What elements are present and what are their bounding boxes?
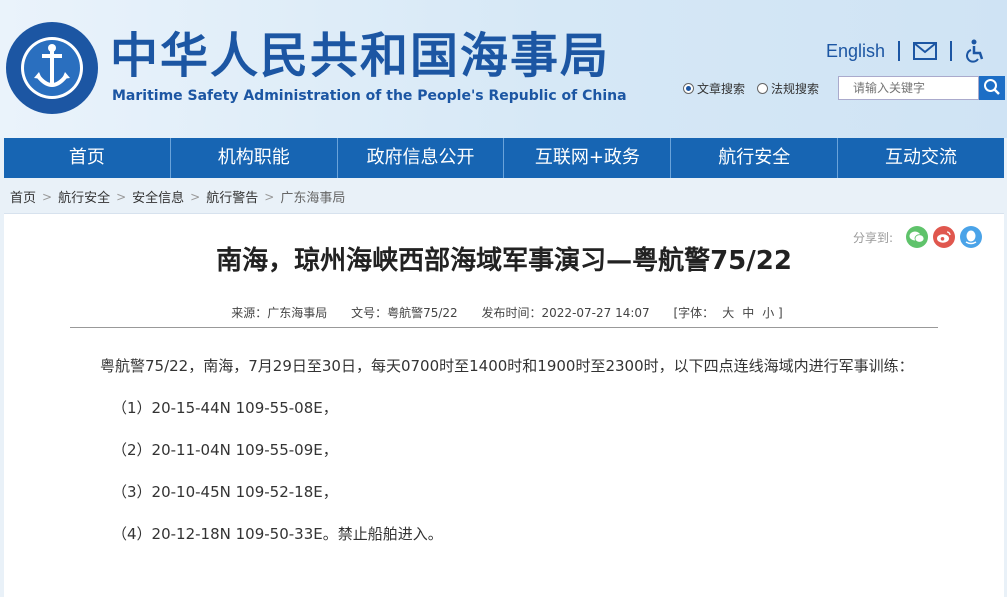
- radio-law-search[interactable]: 法规搜索: [757, 80, 819, 97]
- main-nav: 首页 机构职能 政府信息公开 互联网+政务 航行安全 互动交流: [4, 138, 1004, 178]
- coordinate-line: （2）20-11-04N 109-55-09E，: [112, 441, 338, 459]
- nav-item-interaction[interactable]: 互动交流: [838, 138, 1004, 178]
- chevron-right-icon: >: [264, 189, 275, 204]
- coordinate-line: （4）20-12-18N 109-50-33E。禁止船舶进入。: [112, 525, 443, 543]
- search-type-options: 文章搜索 法规搜索: [683, 80, 831, 97]
- meta-divider: [70, 327, 938, 328]
- article-panel: 分享到: 南海，琼州海峡西部海域军事演习—粤航警75/22 来源：广东海事局 文…: [4, 213, 1004, 597]
- radio-label: 法规搜索: [771, 82, 820, 96]
- breadcrumb: 首页 > 航行安全 > 安全信息 > 航行警告 > 广东海事局: [10, 187, 346, 207]
- chevron-right-icon: >: [116, 189, 127, 204]
- font-size-small[interactable]: 小 ]: [762, 306, 783, 320]
- accessibility-icon[interactable]: [965, 39, 985, 63]
- article-source: 来源：广东海事局: [231, 306, 328, 320]
- nav-item-navigation-safety[interactable]: 航行安全: [671, 138, 839, 178]
- article-meta: 来源：广东海事局 文号：粤航警75/22 发布时间：2022-07-27 14:…: [4, 304, 1004, 321]
- site-header: 中华人民共和国海事局 Maritime Safety Administratio…: [0, 0, 1007, 138]
- nav-item-home[interactable]: 首页: [4, 138, 171, 178]
- breadcrumb-home[interactable]: 首页: [10, 187, 36, 206]
- radio-button[interactable]: [757, 83, 769, 94]
- search-button[interactable]: [979, 76, 1005, 100]
- nav-item-functions[interactable]: 机构职能: [171, 138, 338, 178]
- font-size-label: [字体：: [673, 306, 715, 320]
- coordinate-line: （3）20-10-45N 109-52-18E，: [112, 483, 338, 501]
- china-msa-logo[interactable]: [4, 20, 100, 116]
- radio-article-search[interactable]: 文章搜索: [683, 80, 745, 97]
- radio-label: 文章搜索: [697, 82, 746, 96]
- coordinate-line: （1）20-15-44N 109-55-08E，: [112, 399, 338, 417]
- english-link[interactable]: English: [826, 41, 885, 62]
- nav-item-gov-info[interactable]: 政府信息公开: [338, 138, 505, 178]
- chevron-right-icon: >: [42, 189, 53, 204]
- top-links: English: [826, 38, 985, 64]
- site-title-cn: 中华人民共和国海事局: [110, 28, 611, 84]
- link-separator: [950, 41, 953, 61]
- mail-icon[interactable]: [913, 42, 938, 60]
- search-input[interactable]: [838, 76, 979, 100]
- chevron-right-icon: >: [190, 189, 201, 204]
- share-label: 分享到:: [852, 230, 893, 245]
- article-paragraph: 粤航警75/22，南海，7月29日至30日，每天0700时至1400时和1900…: [100, 357, 914, 375]
- radio-button[interactable]: [683, 83, 694, 94]
- search-icon: [984, 78, 1000, 95]
- article-title: 南海，琼州海峡西部海域军事演习—粤航警75/22: [216, 246, 792, 276]
- breadcrumb-nav-warnings[interactable]: 航行警告: [206, 187, 258, 206]
- article-publish-time: 发布时间：2022-07-27 14:07: [481, 306, 650, 320]
- link-separator: [898, 41, 901, 61]
- nav-item-internet-gov[interactable]: 互联网+政务: [504, 138, 672, 178]
- font-size-medium[interactable]: 中: [742, 306, 754, 320]
- font-size-large[interactable]: 大: [722, 306, 734, 320]
- breadcrumb-safety-info[interactable]: 安全信息: [132, 187, 184, 206]
- breadcrumb-guangdong-msa: 广东海事局: [280, 191, 346, 206]
- breadcrumb-navigation-safety[interactable]: 航行安全: [58, 187, 110, 206]
- article-body: 粤航警75/22，南海，7月29日至30日，每天0700时至1400时和1900…: [70, 350, 950, 550]
- site-title-en: Maritime Safety Administration of the Pe…: [112, 88, 627, 104]
- article-doc-number: 文号：粤航警75/22: [351, 306, 458, 320]
